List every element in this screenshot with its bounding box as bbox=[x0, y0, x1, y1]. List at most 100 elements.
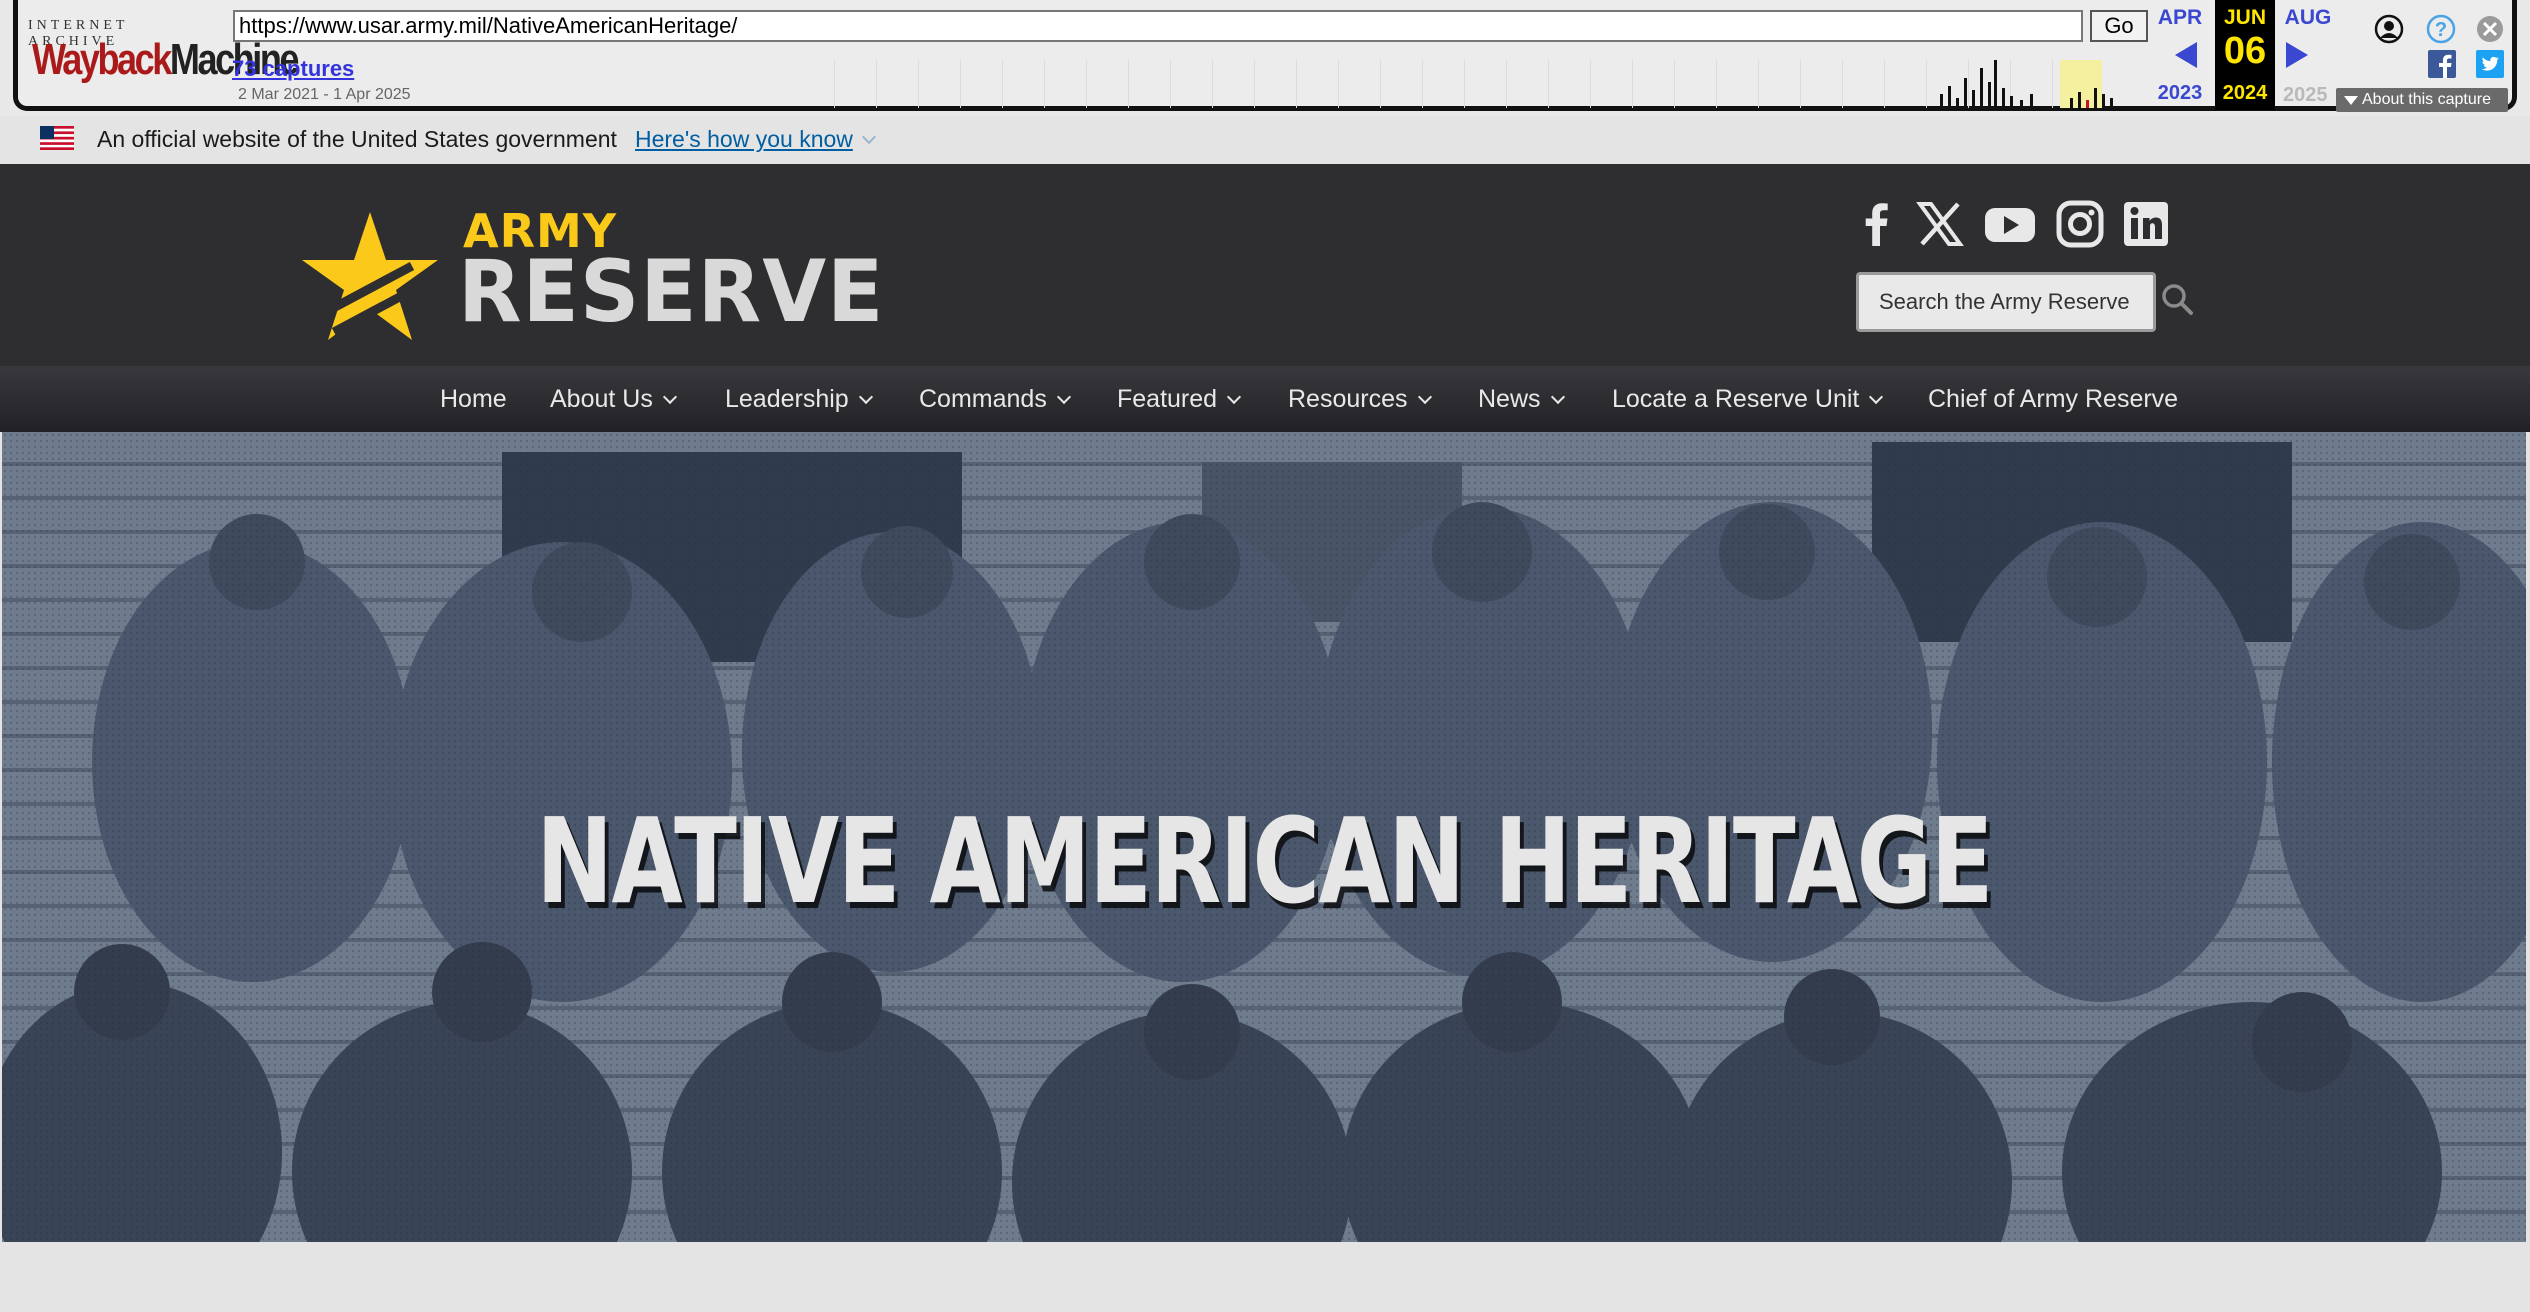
nav-item-leadership[interactable]: Leadership bbox=[725, 366, 873, 432]
sparkline-year-column bbox=[960, 60, 1002, 108]
sparkline-bar bbox=[2020, 100, 2023, 108]
wayback-date-range: 2 Mar 2021 - 1 Apr 2025 bbox=[238, 86, 411, 103]
chevron-down-icon bbox=[1226, 389, 1242, 405]
sparkline-year-column bbox=[1842, 60, 1884, 108]
nav-item-locate-a-reserve-unit[interactable]: Locate a Reserve Unit bbox=[1612, 366, 1884, 432]
x-icon[interactable] bbox=[1912, 196, 1968, 252]
sparkline-bar bbox=[1994, 60, 1997, 108]
wayback-current-year: 2024 bbox=[2222, 82, 2268, 104]
facebook-icon[interactable] bbox=[1848, 196, 1904, 252]
sparkline-year-column bbox=[1086, 60, 1128, 108]
sparkline-year-column bbox=[876, 60, 918, 108]
sparkline-year-column bbox=[1926, 60, 1968, 108]
wayback-capture-sparkline[interactable] bbox=[834, 60, 2122, 108]
army-star-icon bbox=[302, 212, 438, 340]
sparkline-year-column bbox=[834, 60, 876, 108]
main-nav: Home About Us Leadership Commands Featur… bbox=[0, 366, 2530, 432]
nav-item-resources[interactable]: Resources bbox=[1288, 366, 1432, 432]
sparkline-year-column bbox=[1716, 60, 1758, 108]
nav-item-label: Chief of Army Reserve bbox=[1928, 385, 2179, 413]
sparkline-year-column bbox=[1758, 60, 1800, 108]
wayback-url-input[interactable]: https://www.usar.army.mil/NativeAmerican… bbox=[233, 10, 2083, 42]
wayback-prev-arrow-icon[interactable] bbox=[2175, 42, 2197, 68]
sparkline-bar bbox=[1956, 98, 1959, 108]
sparkline-bar bbox=[2078, 92, 2081, 108]
search-icon[interactable] bbox=[2160, 282, 2196, 318]
army-reserve-logo[interactable]: ARMY RESERVE bbox=[300, 204, 883, 344]
wayback-prev-year[interactable]: 2023 bbox=[2150, 82, 2210, 105]
wayback-logo[interactable]: INTERNET ARCHIVE WaybackMachine bbox=[28, 18, 299, 90]
wayback-captures-link[interactable]: 73 captures bbox=[232, 56, 354, 82]
linkedin-icon[interactable] bbox=[2118, 196, 2174, 252]
sparkline-bar bbox=[2110, 98, 2113, 108]
logo-reserve-text: RESERVE bbox=[458, 242, 885, 342]
sparkline-bar bbox=[1980, 68, 1983, 108]
wayback-next-month[interactable]: AUG bbox=[2278, 6, 2338, 30]
search-input[interactable]: Search the Army Reserve bbox=[1856, 272, 2156, 332]
sparkline-year-column bbox=[1590, 60, 1632, 108]
site-header: ARMY RESERVE Search the Army Reserve bbox=[0, 164, 2530, 366]
chevron-down-icon bbox=[858, 389, 873, 405]
sparkline-year-column bbox=[1002, 60, 1044, 108]
nav-item-label: Locate a Reserve Unit bbox=[1612, 385, 1860, 413]
nav-item-label: Featured bbox=[1117, 385, 1218, 413]
hero-banner: NATIVE AMERICAN HERITAGE bbox=[2, 432, 2526, 1242]
sparkline-bar bbox=[2094, 88, 2097, 108]
sparkline-bar bbox=[2102, 94, 2105, 108]
gov-banner-text: An official website of the United States… bbox=[97, 126, 617, 152]
nav-item-featured[interactable]: Featured bbox=[1117, 366, 1242, 432]
hero-title: NATIVE AMERICAN HERITAGE bbox=[536, 792, 1993, 930]
twitter-share-icon[interactable] bbox=[2476, 50, 2504, 78]
sparkline-year-column bbox=[1422, 60, 1464, 108]
nav-item-label: Leadership bbox=[725, 385, 849, 413]
sparkline-year-column bbox=[1296, 60, 1338, 108]
chevron-down-icon bbox=[662, 389, 677, 405]
facebook-share-icon[interactable] bbox=[2428, 50, 2456, 78]
sparkline-bar bbox=[1940, 94, 1943, 108]
nav-item-news[interactable]: News bbox=[1478, 366, 1565, 432]
close-icon[interactable] bbox=[2475, 14, 2505, 44]
sparkline-bar bbox=[2086, 100, 2089, 108]
sparkline-year-column bbox=[1800, 60, 1842, 108]
gov-banner: An official website of the United States… bbox=[0, 116, 2530, 164]
user-icon[interactable] bbox=[2374, 14, 2404, 44]
heres-how-you-know-link[interactable]: Here's how you know bbox=[635, 126, 853, 153]
nav-item-home[interactable]: Home bbox=[440, 366, 507, 432]
wayback-go-button[interactable]: Go bbox=[2090, 10, 2148, 42]
sparkline-year-column bbox=[1170, 60, 1212, 108]
sparkline-year-column bbox=[1128, 60, 1170, 108]
wayback-toolbar: INTERNET ARCHIVE WaybackMachine https://… bbox=[0, 0, 2530, 116]
help-icon[interactable]: ? bbox=[2426, 14, 2456, 44]
wayback-prev-month[interactable]: APR bbox=[2150, 6, 2210, 30]
sparkline-bar bbox=[2030, 94, 2033, 108]
svg-text:?: ? bbox=[2435, 19, 2447, 41]
nav-item-about-us[interactable]: About Us bbox=[550, 366, 677, 432]
wayback-current-month: JUN bbox=[2223, 6, 2266, 29]
sparkline-bar bbox=[1988, 82, 1991, 108]
wayback-next-arrow-icon[interactable] bbox=[2286, 42, 2308, 68]
sparkline-year-column bbox=[1884, 60, 1926, 108]
sparkline-bar bbox=[1948, 86, 1951, 108]
wayback-about-capture-button[interactable]: About this capture bbox=[2336, 88, 2508, 112]
sparkline-bar bbox=[1964, 78, 1967, 108]
sparkline-bar bbox=[2002, 88, 2005, 108]
nav-item-label: Commands bbox=[919, 385, 1047, 413]
nav-item-label: News bbox=[1478, 385, 1541, 413]
nav-item-commands[interactable]: Commands bbox=[919, 366, 1071, 432]
chevron-down-icon bbox=[1550, 389, 1565, 405]
chevron-down-icon bbox=[1417, 389, 1432, 405]
sparkline-year-column bbox=[1380, 60, 1422, 108]
sparkline-year-column bbox=[918, 60, 960, 108]
sparkline-year-column bbox=[1464, 60, 1506, 108]
nav-item-chief-of-army-reserve[interactable]: Chief of Army Reserve bbox=[1928, 366, 2178, 432]
instagram-icon[interactable] bbox=[2052, 196, 2108, 252]
wayback-current-day: 06 bbox=[2223, 30, 2267, 72]
sparkline-year-column bbox=[1212, 60, 1254, 108]
wayback-next-year: 2025 bbox=[2283, 84, 2328, 106]
chevron-down-icon bbox=[1056, 389, 1071, 405]
youtube-icon[interactable] bbox=[1982, 196, 2038, 252]
sparkline-year-column bbox=[1632, 60, 1674, 108]
sparkline-year-column bbox=[1674, 60, 1716, 108]
sparkline-year-column bbox=[1254, 60, 1296, 108]
chevron-down-icon[interactable] bbox=[861, 129, 877, 145]
